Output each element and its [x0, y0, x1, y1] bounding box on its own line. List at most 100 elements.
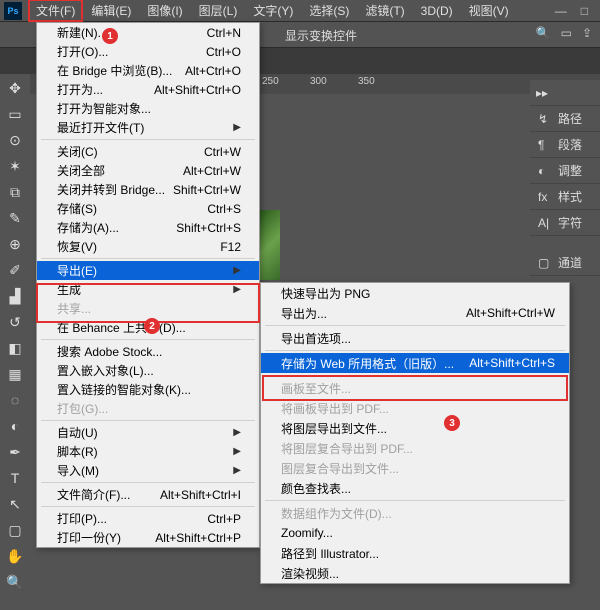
workspace-icon[interactable]: ▭: [561, 26, 572, 40]
file-menu-item[interactable]: 自动(U)▶: [37, 423, 259, 442]
file-menu-item[interactable]: 存储(S)Ctrl+S: [37, 199, 259, 218]
wand-tool-icon[interactable]: ✶: [4, 156, 26, 176]
export-submenu-item[interactable]: 存储为 Web 所用格式（旧版）...Alt+Shift+Ctrl+S: [261, 353, 569, 373]
menu-file[interactable]: 文件(F): [28, 0, 83, 22]
submenu-arrow-icon: ▶: [233, 446, 241, 457]
export-submenu-item[interactable]: 渲染视频...: [261, 563, 569, 583]
file-menu-item[interactable]: 关闭(C)Ctrl+W: [37, 142, 259, 161]
file-menu-item[interactable]: 打印一份(Y)Alt+Shift+Ctrl+P: [37, 528, 259, 547]
shape-tool-icon[interactable]: ▢: [4, 520, 26, 540]
menu-item-shortcut: Ctrl+N: [207, 26, 241, 40]
file-menu-item[interactable]: 打印(P)...Ctrl+P: [37, 509, 259, 528]
file-menu-item[interactable]: 生成▶: [37, 280, 259, 299]
file-menu-item[interactable]: 打开为...Alt+Shift+Ctrl+O: [37, 80, 259, 99]
export-submenu-item[interactable]: 导出首选项...: [261, 328, 569, 348]
file-menu-item[interactable]: 在 Bridge 中浏览(B)...Alt+Ctrl+O: [37, 61, 259, 80]
submenu-item-label: 存储为 Web 所用格式（旧版）...: [281, 355, 454, 372]
file-menu-item[interactable]: 置入嵌入对象(L)...: [37, 361, 259, 380]
menu-item-label: 打印一份(Y): [57, 529, 121, 546]
export-submenu-item[interactable]: 导出为...Alt+Shift+Ctrl+W: [261, 303, 569, 323]
export-submenu-item[interactable]: 快速导出为 PNG: [261, 283, 569, 303]
panel-paragraph[interactable]: ¶段落: [530, 132, 600, 158]
menu-select[interactable]: 选择(S): [301, 0, 357, 22]
submenu-arrow-icon: ▶: [233, 122, 241, 133]
submenu-item-label: 将画板导出到 PDF...: [281, 400, 389, 417]
minimize-icon[interactable]: —: [555, 4, 567, 18]
move-tool-icon[interactable]: ✥: [4, 78, 26, 98]
file-menu-item[interactable]: 关闭全部Alt+Ctrl+W: [37, 161, 259, 180]
menu-image[interactable]: 图像(I): [139, 0, 190, 22]
maximize-icon[interactable]: □: [581, 4, 588, 18]
pen-tool-icon[interactable]: ✒: [4, 442, 26, 462]
file-menu-item[interactable]: 关闭并转到 Bridge...Shift+Ctrl+W: [37, 180, 259, 199]
history-brush-tool-icon[interactable]: ↺: [4, 312, 26, 332]
file-menu-item[interactable]: 搜索 Adobe Stock...: [37, 342, 259, 361]
file-menu-item[interactable]: 导入(M)▶: [37, 461, 259, 480]
brush-tool-icon[interactable]: ✐: [4, 260, 26, 280]
channels-icon: ▢: [538, 256, 552, 270]
export-submenu-item[interactable]: 将图层导出到文件...: [261, 418, 569, 438]
panel-styles[interactable]: fx样式: [530, 184, 600, 210]
menu-filter[interactable]: 滤镜(T): [357, 0, 412, 22]
export-submenu-item: 将画板导出到 PDF...: [261, 398, 569, 418]
canvas-preview: [260, 210, 280, 280]
menu-item-shortcut: Alt+Shift+Ctrl+I: [160, 488, 241, 502]
file-menu-item[interactable]: 导出(E)▶: [37, 261, 259, 280]
crop-tool-icon[interactable]: ⧉: [4, 182, 26, 202]
dodge-tool-icon[interactable]: ◐: [4, 416, 26, 436]
panel-paths[interactable]: ↯路径: [530, 106, 600, 132]
lasso-tool-icon[interactable]: ⊙: [4, 130, 26, 150]
character-icon: A|: [538, 216, 552, 230]
expand-icon: ▸▸: [536, 86, 548, 100]
marquee-tool-icon[interactable]: ▭: [4, 104, 26, 124]
tools-panel: ✥ ▭ ⊙ ✶ ⧉ ✎ ⊕ ✐ ▟ ↺ ◧ ▦ ◌ ◐ ✒ T ↖ ▢ ✋ 🔍: [0, 74, 30, 592]
eyedropper-tool-icon[interactable]: ✎: [4, 208, 26, 228]
zoom-tool-icon[interactable]: 🔍: [4, 572, 26, 592]
export-submenu-item[interactable]: Zoomify...: [261, 523, 569, 543]
transform-controls-label: 显示变换控件: [285, 27, 357, 44]
export-submenu-item[interactable]: 路径到 Illustrator...: [261, 543, 569, 563]
submenu-item-label: 图层复合导出到文件...: [281, 460, 399, 477]
stamp-tool-icon[interactable]: ▟: [4, 286, 26, 306]
hand-tool-icon[interactable]: ✋: [4, 546, 26, 566]
eraser-tool-icon[interactable]: ◧: [4, 338, 26, 358]
menu-edit[interactable]: 编辑(E): [83, 0, 139, 22]
menu-item-label: 导入(M): [57, 462, 99, 479]
panel-adjustments[interactable]: ◐调整: [530, 158, 600, 184]
file-menu-item: 共享...: [37, 299, 259, 318]
adjustments-icon: ◐: [538, 164, 552, 178]
gradient-tool-icon[interactable]: ▦: [4, 364, 26, 384]
submenu-item-label: 将图层复合导出到 PDF...: [281, 440, 413, 457]
file-menu-item[interactable]: 恢复(V)F12: [37, 237, 259, 256]
panel-channels[interactable]: ▢通道: [530, 250, 600, 276]
blur-tool-icon[interactable]: ◌: [4, 390, 26, 410]
menu-3d[interactable]: 3D(D): [413, 1, 461, 21]
file-menu-item[interactable]: 打开为智能对象...: [37, 99, 259, 118]
submenu-item-label: Zoomify...: [281, 526, 333, 540]
heal-tool-icon[interactable]: ⊕: [4, 234, 26, 254]
file-menu-item[interactable]: 置入链接的智能对象(K)...: [37, 380, 259, 399]
menu-item-shortcut: F12: [220, 240, 241, 254]
file-menu-item[interactable]: 打开(O)...Ctrl+O: [37, 42, 259, 61]
file-menu-item[interactable]: 新建(N)... Ctrl+N: [37, 23, 259, 42]
search-icon[interactable]: 🔍: [536, 26, 551, 40]
file-menu-item[interactable]: 最近打开文件(T)▶: [37, 118, 259, 137]
menu-type[interactable]: 文字(Y): [245, 0, 301, 22]
panel-character[interactable]: A|字符: [530, 210, 600, 236]
share-icon[interactable]: ⇪: [582, 26, 592, 40]
panel-toggle[interactable]: ▸▸: [530, 80, 600, 106]
path-tool-icon[interactable]: ↖: [4, 494, 26, 514]
menu-layer[interactable]: 图层(L): [191, 0, 246, 22]
menu-view[interactable]: 视图(V): [461, 0, 517, 22]
file-menu-item[interactable]: 脚本(R)▶: [37, 442, 259, 461]
file-menu-item[interactable]: 存储为(A)...Shift+Ctrl+S: [37, 218, 259, 237]
menu-item-label: 文件简介(F)...: [57, 486, 130, 503]
type-tool-icon[interactable]: T: [4, 468, 26, 488]
export-submenu-item[interactable]: 颜色查找表...: [261, 478, 569, 498]
ruler-tick: 300: [310, 76, 327, 87]
export-submenu-item: 将图层复合导出到 PDF...: [261, 438, 569, 458]
file-menu-item[interactable]: 文件简介(F)... Alt+Shift+Ctrl+I: [37, 485, 259, 504]
menu-item-shortcut: Ctrl+S: [207, 202, 241, 216]
menu-item-label: 关闭并转到 Bridge...: [57, 181, 165, 198]
menu-item-label: 新建(N)...: [57, 24, 108, 41]
